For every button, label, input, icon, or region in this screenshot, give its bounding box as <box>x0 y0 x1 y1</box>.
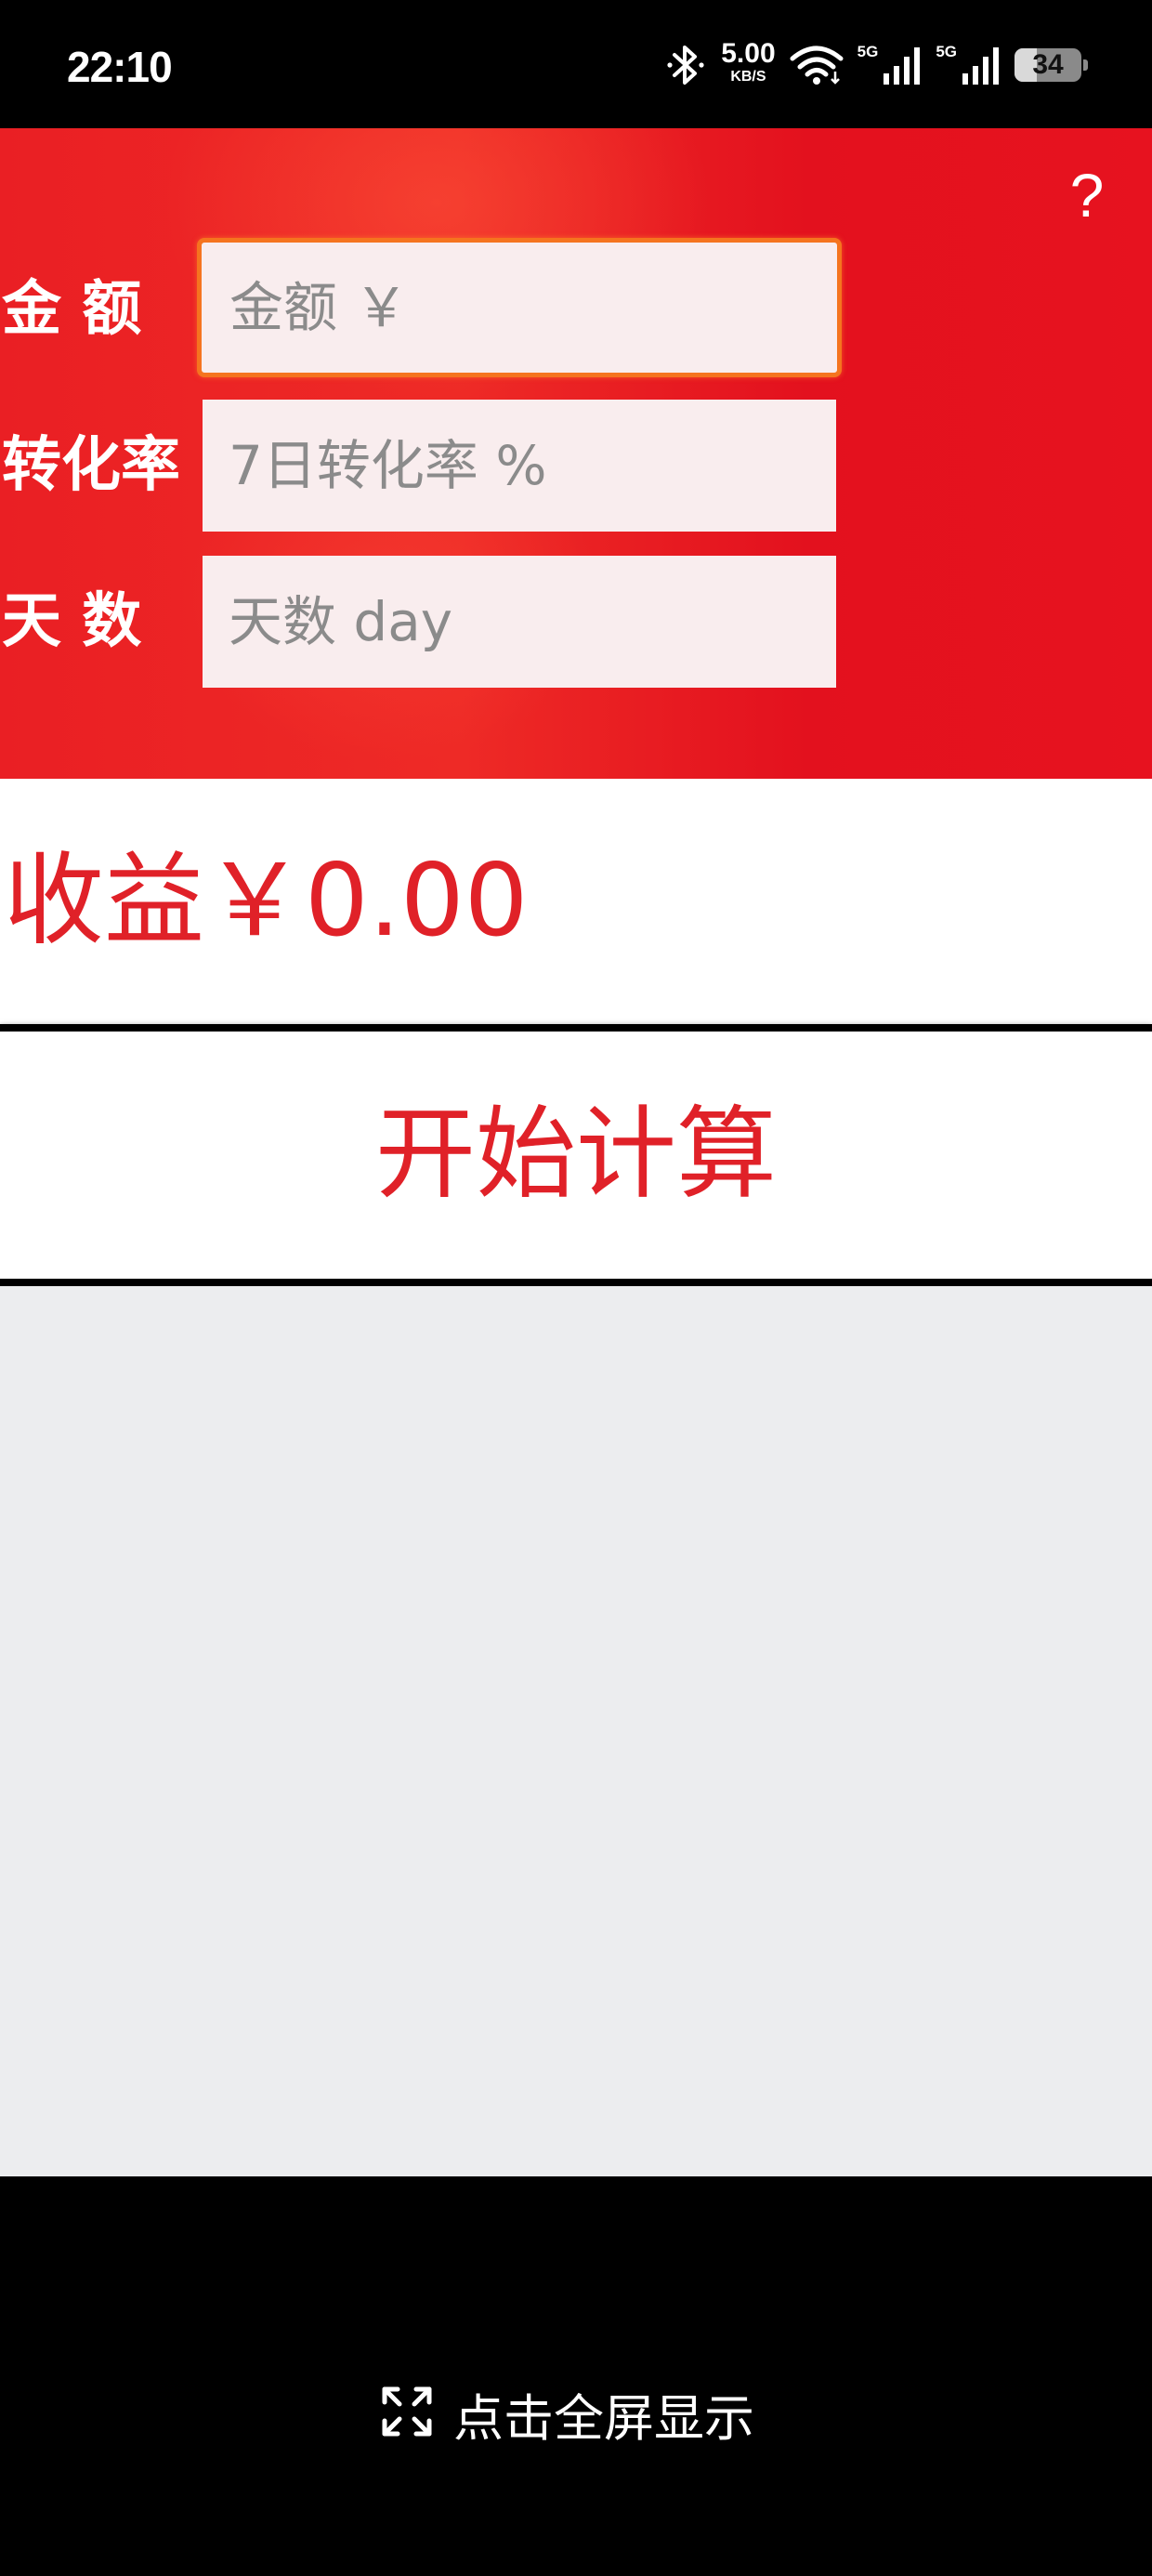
fullscreen-button[interactable]: 点击全屏显示 <box>379 2372 754 2455</box>
sim1-label: 5G <box>857 43 879 60</box>
rate-label: 转化率 <box>2 431 180 500</box>
bluetooth-icon <box>667 42 708 88</box>
result-panel: 收益￥0.00 <box>0 779 1152 1024</box>
input-panel: ? 金 额 转化率 天 数 <box>0 128 1152 779</box>
signal-icon <box>882 44 923 86</box>
days-input[interactable] <box>203 556 836 688</box>
status-time: 22:10 <box>67 43 173 91</box>
status-bar: 22:10 5.00 KB/S 5G 5G 34 <box>0 0 1152 128</box>
signal-icon <box>961 44 1001 86</box>
battery-icon: 34 <box>1015 48 1088 82</box>
net-speed-unit: KB/S <box>730 69 766 85</box>
days-row: 天 数 <box>0 556 1152 688</box>
content-area <box>0 1286 1152 2176</box>
rate-input[interactable] <box>203 400 836 532</box>
fullscreen-label: 点击全屏显示 <box>453 2388 754 2448</box>
battery-level: 34 <box>1032 49 1064 80</box>
net-speed: 5.00 KB/S <box>721 40 775 85</box>
profit-result: 收益￥0.00 <box>4 843 529 959</box>
amount-input[interactable] <box>197 238 842 377</box>
wifi-icon <box>789 44 844 86</box>
help-button[interactable]: ? <box>1059 158 1115 232</box>
expand-icon <box>379 2384 435 2443</box>
days-label: 天 数 <box>2 587 142 656</box>
rate-row: 转化率 <box>0 400 1152 532</box>
bottom-bar: 点击全屏显示 <box>0 2176 1152 2576</box>
net-speed-value: 5.00 <box>721 38 776 69</box>
amount-label: 金 额 <box>2 275 142 344</box>
start-calculate-button[interactable]: 开始计算 <box>0 1032 1152 1279</box>
sim2-label: 5G <box>936 43 957 60</box>
status-icons: 5.00 KB/S 5G 5G 34 <box>667 37 1088 93</box>
amount-row: 金 额 <box>0 238 1152 377</box>
